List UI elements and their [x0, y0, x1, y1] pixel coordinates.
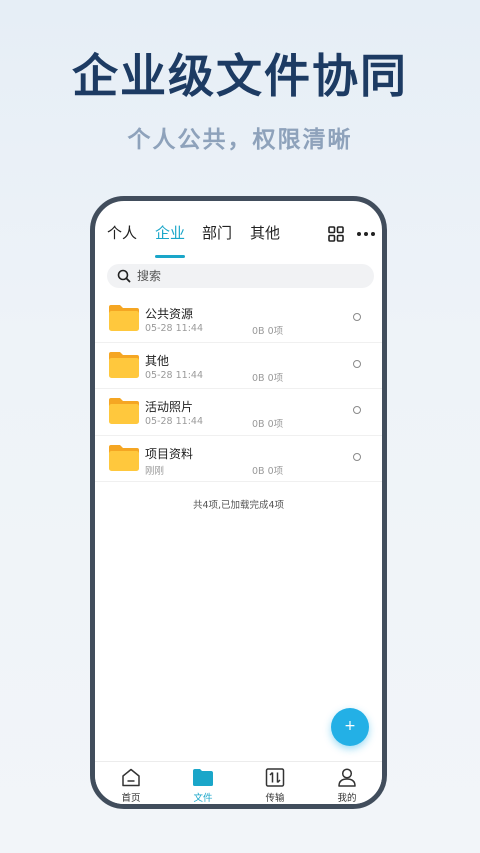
nav-transfer-label: 传输 [265, 793, 285, 804]
tab-other[interactable]: 其他 [250, 224, 280, 242]
file-size: 0B 0项 [252, 419, 284, 430]
file-time: 刚刚 [145, 465, 165, 477]
active-tab-indicator [155, 255, 185, 258]
user-icon [338, 768, 356, 787]
home-icon [122, 768, 140, 787]
tab-bar: 个人 企业 部门 其他 [95, 201, 382, 259]
more-dots-icon[interactable] [356, 231, 376, 237]
promo-subline: 个人公共，权限清晰 [127, 127, 353, 153]
bottom-nav: 首页 文件 传输 我的 [95, 761, 382, 804]
tab-personal[interactable]: 个人 [107, 224, 137, 242]
file-size: 0B 0项 [252, 465, 284, 477]
folder-icon [109, 398, 139, 424]
folder-icon [109, 305, 139, 331]
tab-department[interactable]: 部门 [202, 224, 232, 242]
file-size: 0B 0项 [252, 372, 284, 384]
search-bar[interactable] [107, 264, 374, 288]
file-name: 活动照片 [145, 400, 194, 414]
file-row[interactable]: 公共资源 05-28 11:44 0B 0项 [95, 296, 382, 343]
tab-enterprise[interactable]: 企业 [155, 224, 185, 242]
nav-transfer[interactable]: 传输 [250, 768, 300, 804]
transfer-icon [265, 768, 285, 787]
nav-me-label: 我的 [337, 793, 357, 804]
file-size: 0B 0项 [252, 326, 284, 337]
file-time: 05-28 11:44 [145, 369, 204, 381]
list-footer-note: 共4项,已加载完成4项 [192, 500, 285, 511]
search-icon [117, 269, 131, 283]
search-input[interactable] [137, 264, 357, 288]
select-radio[interactable] [353, 359, 361, 368]
grid-view-icon[interactable] [328, 226, 344, 242]
file-name: 公共资源 [145, 307, 194, 321]
promo-headline: 企业级文件协同 [72, 49, 408, 103]
file-row[interactable]: 其他 05-28 11:44 0B 0项 [95, 343, 382, 389]
select-radio[interactable] [353, 406, 361, 414]
file-list: 公共资源 05-28 11:44 0B 0项 其他 05-28 11:44 0B… [95, 296, 382, 482]
nav-home[interactable]: 首页 [106, 768, 156, 804]
select-radio[interactable] [353, 313, 361, 321]
nav-home-label: 首页 [121, 793, 141, 804]
file-name: 其他 [145, 353, 170, 368]
file-row[interactable]: 项目资料 刚刚 0B 0项 [95, 436, 382, 482]
nav-files-label: 文件 [193, 793, 213, 804]
phone-frame: 个人 企业 部门 其他 公共资源 05-2 [90, 196, 387, 809]
folder-icon [193, 769, 213, 786]
file-time: 05-28 11:44 [145, 323, 204, 334]
select-radio[interactable] [353, 452, 361, 461]
nav-me[interactable]: 我的 [322, 768, 372, 804]
add-button[interactable]: + [331, 708, 369, 746]
file-row[interactable]: 活动照片 05-28 11:44 0B 0项 [95, 389, 382, 436]
file-time: 05-28 11:44 [145, 416, 204, 427]
nav-files[interactable]: 文件 [178, 768, 228, 804]
file-name: 项目资料 [145, 446, 194, 461]
folder-icon [109, 444, 139, 471]
folder-icon [109, 351, 139, 378]
